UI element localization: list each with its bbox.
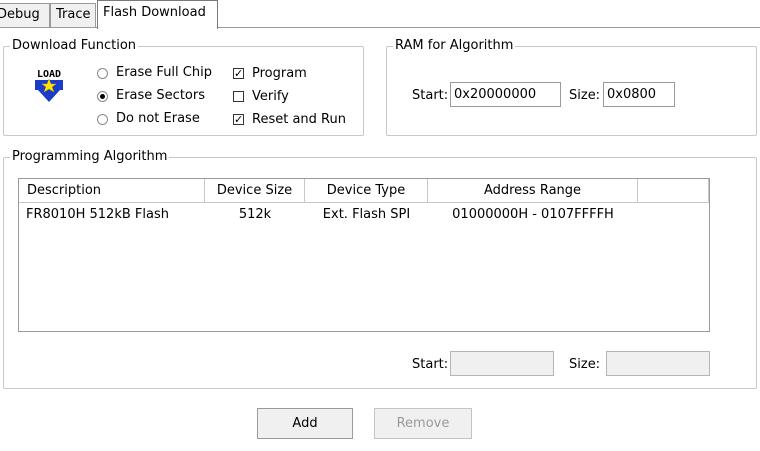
checkbox-icon [233,91,244,102]
ram-size-input[interactable]: 0x0800 [603,82,675,107]
load-icon: LOAD [29,66,69,104]
radio-icon [97,68,108,79]
row-device-size: 512k [238,207,272,222]
tab-flash-download[interactable]: Flash Download [97,0,218,29]
column-header-device-size[interactable]: Device Size [205,179,305,203]
tab-bar: Debug Trace Flash Download [0,0,760,29]
checkbox-checked-icon: ✓ [233,67,244,80]
download-function-title: Download Function [10,38,139,54]
add-button[interactable]: Add [257,408,353,439]
column-header-description[interactable]: Description [19,179,205,203]
checkbox-checked-icon: ✓ [233,113,244,126]
programming-algorithm-title: Programming Algorithm [10,149,170,165]
row-description: FR8010H 512kB Flash [26,207,169,222]
column-header-empty [638,179,709,203]
ram-start-input[interactable]: 0x20000000 [450,82,561,107]
remove-button[interactable]: Remove [374,408,472,439]
column-header-address-range[interactable]: Address Range [428,179,638,203]
row-address-range: 01000000H - 0107FFFFH [452,207,614,222]
tab-debug[interactable]: Debug [0,3,50,27]
column-header-device-type[interactable]: Device Type [305,179,428,203]
algorithm-size-label: Size: [569,357,601,372]
radio-icon [97,114,108,125]
algorithm-size-input[interactable] [606,351,710,376]
algorithm-start-label: Start: [412,357,449,372]
tab-trace[interactable]: Trace [50,3,96,27]
ram-size-label: Size: [569,88,601,103]
algorithm-start-input[interactable] [450,351,554,376]
ram-start-label: Start: [412,88,449,103]
radio-selected-icon [97,91,108,102]
ram-for-algorithm-title: RAM for Algorithm [393,38,516,54]
row-device-type: Ext. Flash SPI [322,207,411,222]
algorithm-list[interactable]: Description Device Size Device Type Addr… [18,178,710,332]
